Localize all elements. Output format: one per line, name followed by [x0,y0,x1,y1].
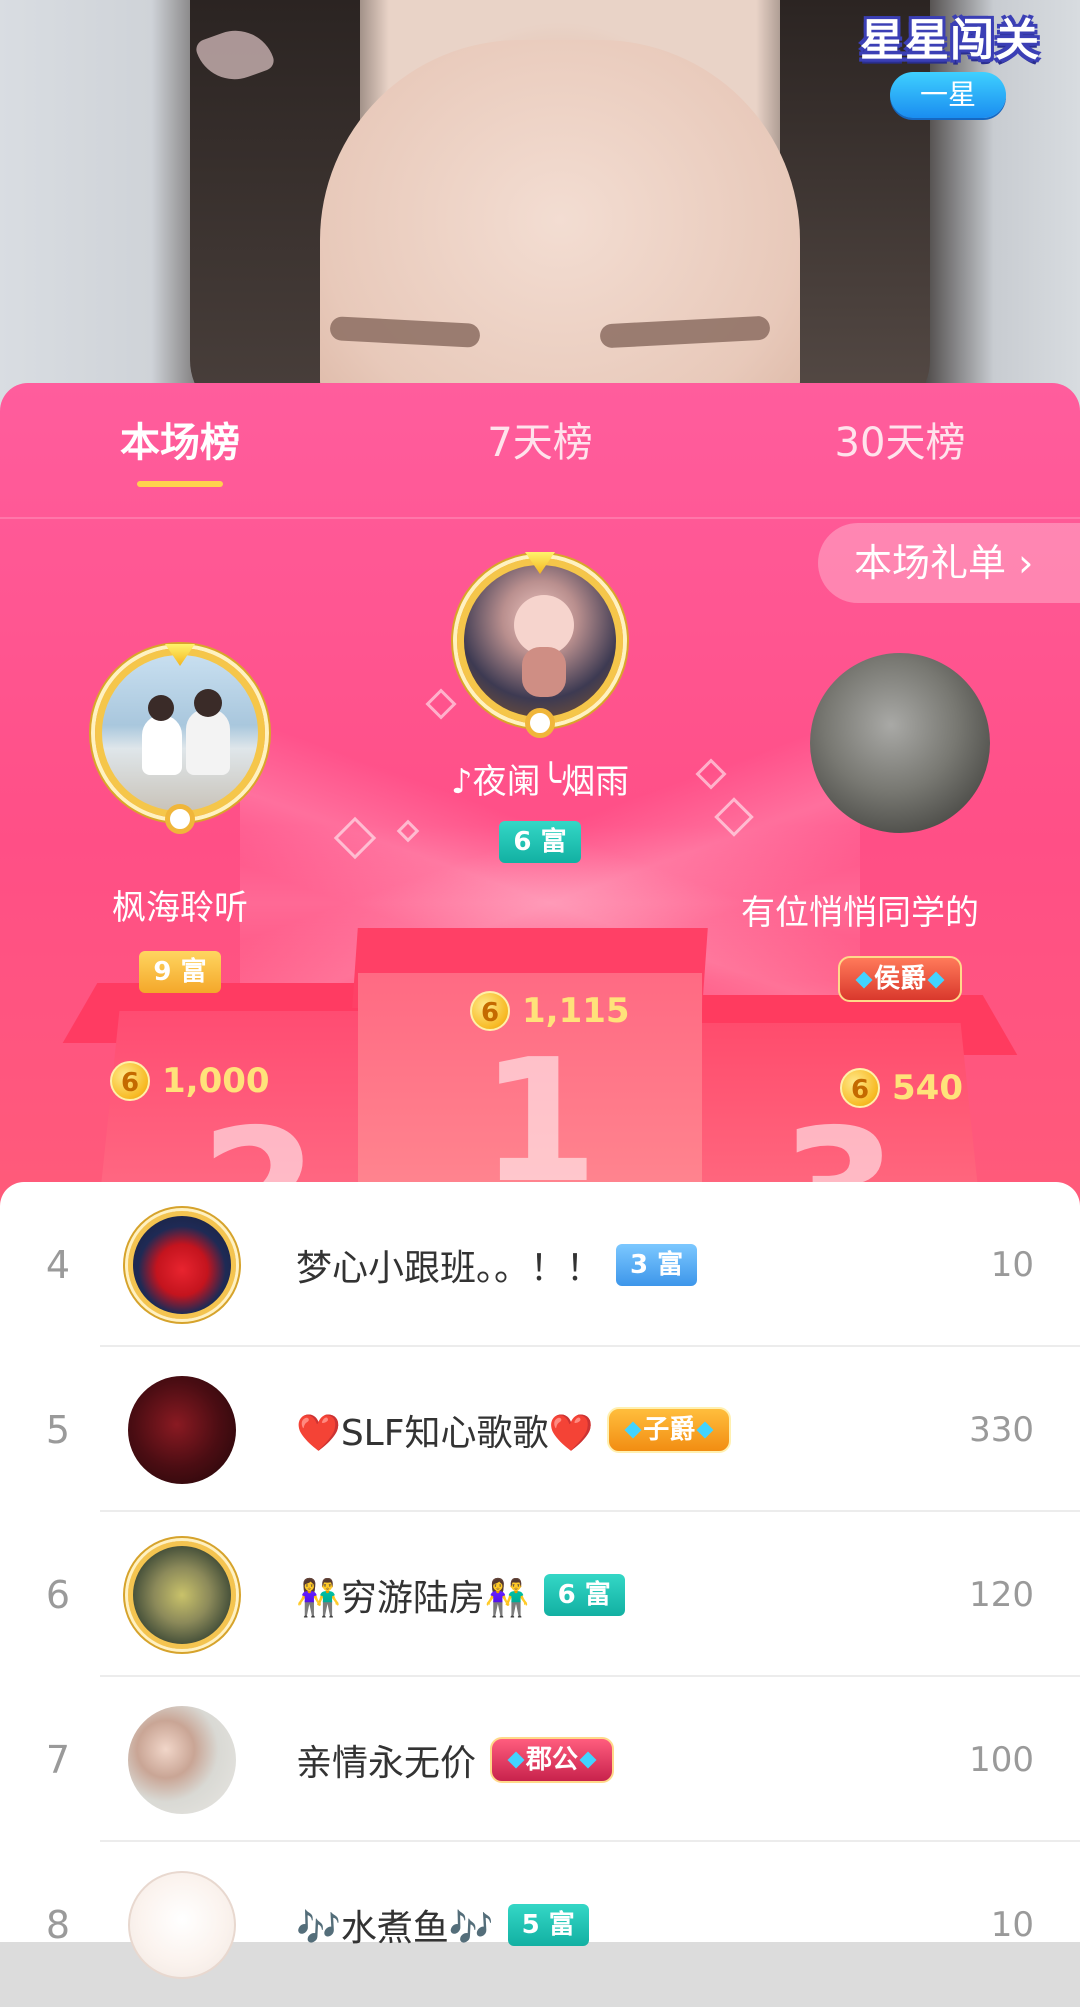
star-challenge-title: 星星闯关 [860,15,1040,66]
wealth-level-badge: 9 富 [139,951,221,993]
list-item[interactable]: 7 亲情永无价 郡公 100 [0,1677,1080,1842]
score-value: 540 [892,1068,963,1108]
tabs-divider [0,517,1080,519]
tab-30-days[interactable]: 30天榜 [820,413,980,473]
top-user-rank-2-score: 6 1,000 [110,1061,270,1101]
list-item[interactable]: 4 梦心小跟班。。！！ 3 富 10 [0,1182,1080,1347]
rank-number: 7 [45,1737,71,1782]
diamond-icon [624,1421,642,1439]
top-user-rank-1-score: 6 1,115 [470,991,630,1031]
top-user-name: ♪夜阑╰烟雨 [450,762,630,802]
coin-icon: 6 [110,1061,150,1101]
tab-7-days[interactable]: 7天榜 [460,413,620,473]
avatar-person-right [186,709,230,775]
avatar[interactable] [810,653,990,833]
active-tab-indicator [137,481,223,487]
avatar[interactable] [128,1870,236,1979]
ranking-tabs: 本场榜 7天榜 30天榜 [0,383,1080,513]
diamond-icon [507,1751,525,1769]
user-name: 🎶水煮鱼🎶 [296,1907,494,1949]
wealth-level-badge: 6 富 [499,821,581,863]
rank-number: 5 [45,1407,71,1452]
list-item[interactable]: 8 🎶水煮鱼🎶 5 富 10 [0,1842,1080,2007]
top-user-rank-1[interactable]: ♪夜阑╰烟雨 6 富 [420,552,660,863]
list-item-name-group: 👫穷游陆房👫 6 富 [296,1569,625,1621]
video-face [320,40,800,440]
avatar[interactable] [128,1705,236,1814]
top-user-rank-3-score: 6 540 [840,1068,963,1108]
session-gift-list-button[interactable]: 本场礼单 › [818,523,1080,603]
diamond-icon [579,1751,597,1769]
frame-bottom-ornament-icon [525,708,555,738]
contribution-score: 10 [990,1904,1034,1945]
list-item[interactable]: 5 ❤️SLF知心歌歌❤️ 子爵 330 [0,1347,1080,1512]
coin-icon: 6 [470,991,510,1031]
noble-title-text: 侯爵 [873,964,926,994]
noble-title-text: 子爵 [643,1414,696,1445]
list-item-name-group: ❤️SLF知心歌歌❤️ 子爵 [296,1404,732,1456]
contribution-score: 120 [969,1574,1034,1615]
avatar-bear-head [514,595,574,655]
ranking-list: 4 梦心小跟班。。！！ 3 富 10 5 ❤️SLF知心歌歌❤️ 子爵 330 … [0,1182,1080,1979]
avatar-person-left [142,715,182,775]
frame-bottom-ornament-icon [165,804,195,834]
noble-title-badge: 子爵 [607,1406,732,1453]
wealth-level-badge: 6 富 [543,1573,625,1616]
coin-icon: 6 [840,1068,880,1108]
list-item[interactable]: 6 👫穷游陆房👫 6 富 120 [0,1512,1080,1677]
contribution-score: 330 [969,1409,1034,1450]
star-challenge-level: 一星 [890,72,1006,118]
avatar[interactable] [95,648,265,818]
avatar[interactable] [128,1210,236,1319]
user-name: ❤️SLF知心歌歌❤️ [296,1412,594,1454]
user-name: 亲情永无价 [296,1742,477,1784]
user-name: 梦心小跟班。。！！ [296,1247,603,1289]
contribution-score: 100 [969,1739,1034,1780]
star-challenge-badge[interactable]: 星星闯关 一星 [840,0,1040,125]
avatar-head-right [194,689,222,717]
list-item-name-group: 亲情永无价 郡公 [296,1734,615,1786]
rank-number: 6 [45,1572,71,1617]
top-user-name: 有位悄悄同学的 [741,893,979,933]
rank-number: 8 [45,1902,71,1947]
wealth-level-badge: 3 富 [616,1243,698,1286]
avatar[interactable] [457,558,623,724]
avatar-bear-body [522,647,566,697]
top-user-rank-2[interactable]: 枫海聆听 9 富 [60,644,300,993]
diamond-icon [927,971,945,988]
rank-number: 4 [45,1242,71,1287]
avatar[interactable] [128,1375,236,1484]
diamond-icon [855,971,873,988]
wealth-level-badge: 5 富 [507,1903,589,1946]
tab-this-session[interactable]: 本场榜 [100,413,260,473]
noble-title-badge: 侯爵 [837,956,962,1002]
user-name: 👫穷游陆房👫 [296,1577,530,1619]
live-video-background: 星星闯关 一星 [0,0,1080,440]
top-user-name: 枫海聆听 [112,888,248,928]
diamond-icon [696,1421,714,1439]
avatar[interactable] [128,1540,236,1649]
list-item-name-group: 🎶水煮鱼🎶 5 富 [296,1899,589,1951]
contribution-score: 10 [990,1244,1034,1285]
score-value: 1,115 [522,991,630,1031]
noble-title-text: 郡公 [526,1744,579,1775]
noble-title-badge: 郡公 [490,1736,615,1783]
top-user-rank-3[interactable]: 有位悄悄同学的 侯爵 [741,653,1040,1002]
list-item-name-group: 梦心小跟班。。！！ 3 富 [296,1239,698,1291]
avatar-head-left [148,695,174,721]
score-value: 1,000 [162,1061,270,1101]
